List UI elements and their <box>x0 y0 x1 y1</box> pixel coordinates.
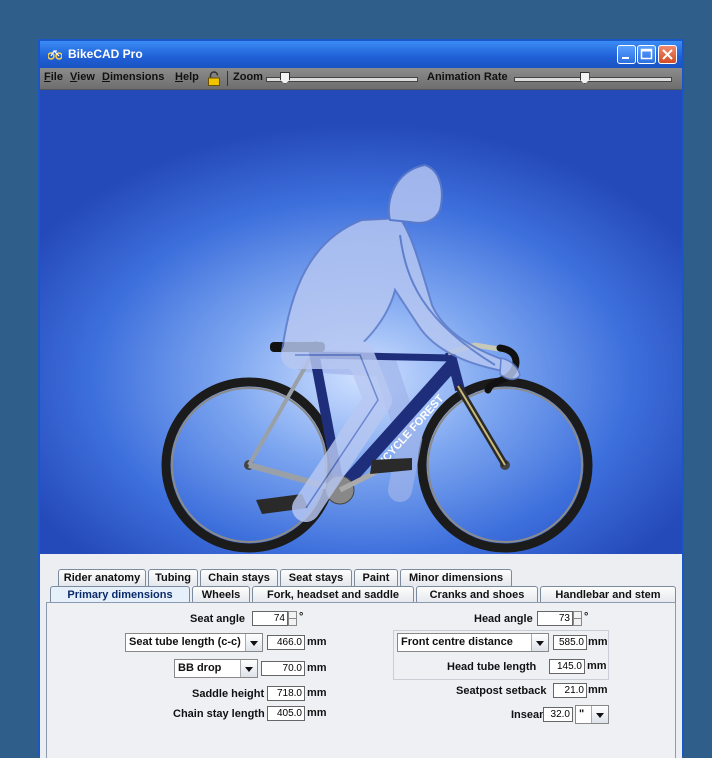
head-angle-label: Head angle <box>474 613 533 625</box>
tab-chain-stays[interactable]: Chain stays <box>200 569 278 586</box>
tab-primary-dimensions[interactable]: Primary dimensions <box>50 586 190 603</box>
tab-minor-dimensions[interactable]: Minor dimensions <box>400 569 512 586</box>
zoom-slider-thumb[interactable] <box>280 72 290 84</box>
head-tube-unit: mm <box>587 660 607 672</box>
close-button[interactable] <box>658 45 677 64</box>
menu-help-mnemonic: H <box>175 71 183 83</box>
inseam-field[interactable]: 32.0 <box>543 707 573 722</box>
seat-tube-combo-value: Seat tube length (c-c) <box>129 636 241 648</box>
bike-app-icon <box>48 50 62 60</box>
primary-dimensions-panel: Seat angle 74 ° Seat tube length (c-c) 4… <box>46 602 676 758</box>
menu-dimensions-mnemonic: D <box>102 71 110 83</box>
title-bar[interactable]: BikeCAD Pro <box>40 41 682 68</box>
dimensions-tabs: Rider anatomy Tubing Chain stays Seat st… <box>40 554 682 758</box>
seatpost-setback-unit: mm <box>588 684 608 696</box>
lock-icon[interactable] <box>207 71 221 86</box>
seat-tube-unit: mm <box>307 636 327 648</box>
chain-stay-length-field[interactable]: 405.0 <box>267 706 305 721</box>
menu-view[interactable]: View <box>70 71 95 83</box>
bike-rider-drawing: BICYCLE FOREST <box>161 163 593 553</box>
chain-stay-unit: mm <box>307 707 327 719</box>
tab-rider-anatomy[interactable]: Rider anatomy <box>58 569 146 586</box>
front-centre-field[interactable]: 585.0 <box>553 635 587 650</box>
tab-wheels[interactable]: Wheels <box>192 586 250 603</box>
front-centre-unit: mm <box>588 636 608 648</box>
animation-rate-slider-thumb[interactable] <box>579 72 590 84</box>
tab-seat-stays[interactable]: Seat stays <box>280 569 352 586</box>
seatpost-setback-field[interactable]: 21.0 <box>553 683 587 698</box>
minimize-icon <box>622 57 629 59</box>
bike-drawing-canvas[interactable]: BICYCLE FOREST <box>40 90 682 554</box>
tab-cranks-shoes[interactable]: Cranks and shoes <box>416 586 538 603</box>
tab-handlebar-stem[interactable]: Handlebar and stem <box>540 586 676 603</box>
maximize-button[interactable] <box>637 45 656 64</box>
saddle-height-unit: mm <box>307 687 327 699</box>
seat-angle-spinner[interactable] <box>288 611 297 626</box>
window-title: BikeCAD Pro <box>68 47 143 61</box>
saddle-height-field[interactable]: 718.0 <box>267 686 305 701</box>
front-centre-combo[interactable]: Front centre distance <box>397 633 549 652</box>
saddle-height-label: Saddle height <box>192 688 265 700</box>
head-tube-length-field[interactable]: 145.0 <box>549 659 585 674</box>
head-angle-unit: ° <box>584 611 589 623</box>
chevron-down-icon[interactable] <box>531 634 548 651</box>
tab-tubing[interactable]: Tubing <box>148 569 198 586</box>
chevron-down-icon[interactable] <box>245 634 262 651</box>
chain-stay-length-label: Chain stay length <box>173 708 265 720</box>
seat-angle-field[interactable]: 74 <box>252 611 288 626</box>
menu-file-mnemonic: F <box>44 71 51 83</box>
inseam-unit-combo[interactable]: " <box>575 705 609 724</box>
menu-file[interactable]: File <box>44 71 63 83</box>
bb-drop-unit: mm <box>307 662 327 674</box>
head-tube-length-label: Head tube length <box>447 661 537 673</box>
bb-combo[interactable]: BB drop <box>174 659 258 678</box>
tab-paint[interactable]: Paint <box>354 569 398 586</box>
front-centre-combo-value: Front centre distance <box>401 636 513 648</box>
inseam-unit-value: " <box>579 708 585 720</box>
maximize-icon <box>640 48 653 60</box>
head-angle-spinner[interactable] <box>573 611 582 626</box>
seat-tube-length-field[interactable]: 466.0 <box>267 635 305 650</box>
seat-angle-unit: ° <box>299 611 304 623</box>
chevron-down-icon[interactable] <box>591 706 608 723</box>
head-angle-field[interactable]: 73 <box>537 611 573 626</box>
animation-rate-label: Animation Rate <box>427 71 508 83</box>
minimize-button[interactable] <box>617 45 636 64</box>
menu-file-label: ile <box>50 71 63 83</box>
bb-combo-value: BB drop <box>178 662 222 674</box>
menu-help-label: elp <box>182 71 199 83</box>
close-icon <box>662 49 673 60</box>
seat-tube-combo[interactable]: Seat tube length (c-c) <box>125 633 263 652</box>
tab-fork-headset-saddle[interactable]: Fork, headset and saddle <box>252 586 414 603</box>
seatpost-setback-label: Seatpost setback <box>456 685 547 697</box>
menu-separator <box>227 71 228 86</box>
seat-angle-label: Seat angle <box>190 613 246 625</box>
app-window: BikeCAD Pro File View Dimensions Help Zo… <box>38 39 684 758</box>
menu-bar: File View Dimensions Help Zoom Animation… <box>40 68 682 90</box>
zoom-label: Zoom <box>233 71 263 83</box>
chevron-down-icon[interactable] <box>240 660 257 677</box>
menu-help[interactable]: Help <box>175 71 199 83</box>
animation-rate-slider[interactable] <box>514 77 672 82</box>
bb-drop-field[interactable]: 70.0 <box>261 661 305 676</box>
menu-view-label: iew <box>77 71 95 83</box>
menu-dimensions[interactable]: Dimensions <box>102 71 164 83</box>
menu-dimensions-label: imensions <box>109 71 165 83</box>
